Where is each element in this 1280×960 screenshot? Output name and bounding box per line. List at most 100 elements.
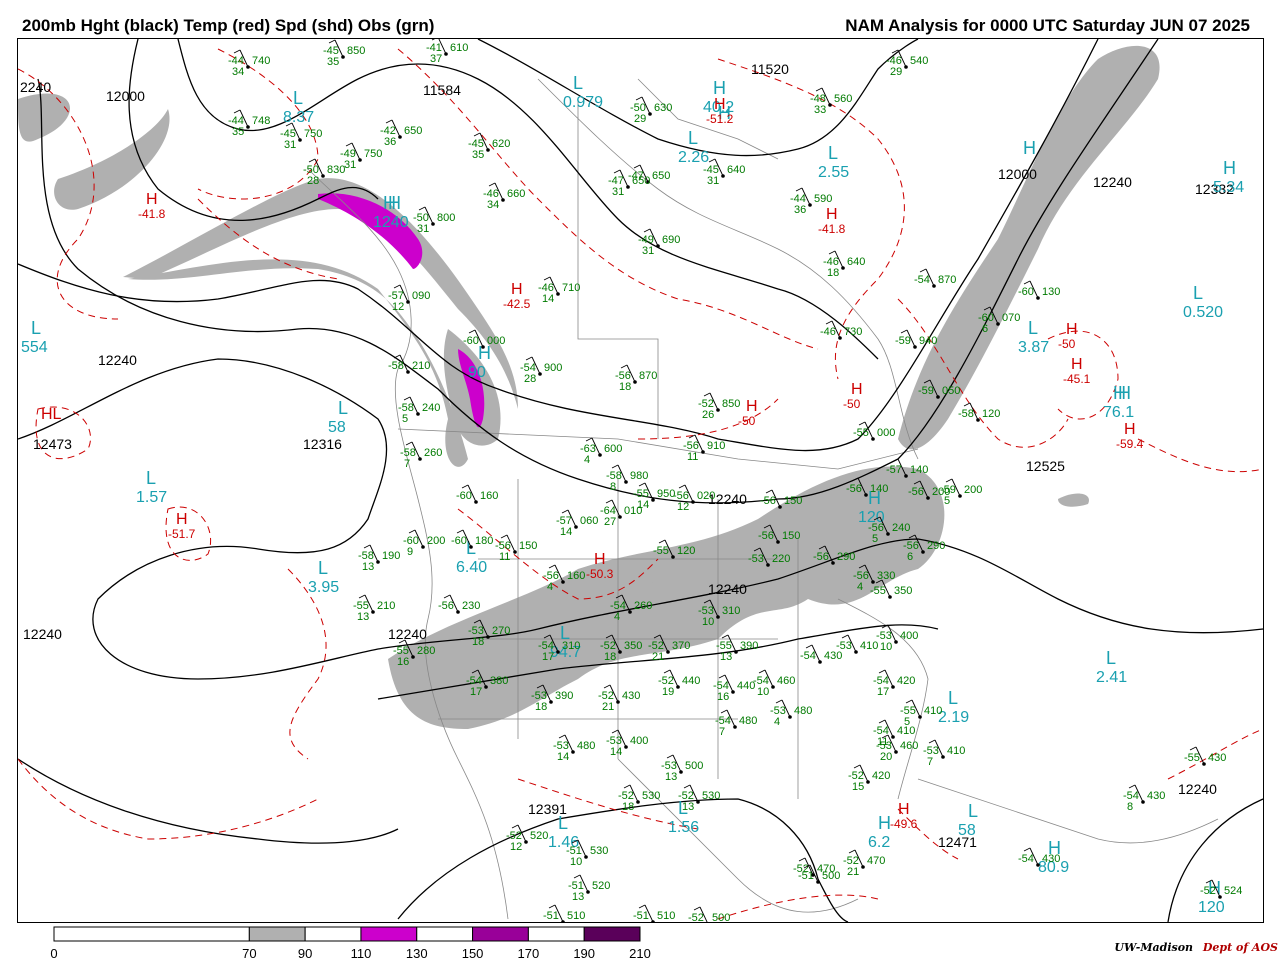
svg-text:2240: 2240 <box>20 79 51 95</box>
svg-text:36: 36 <box>384 136 396 148</box>
svg-text:750: 750 <box>304 128 322 140</box>
pressure-center: L8.37 <box>283 88 314 126</box>
svg-text:13: 13 <box>362 561 374 573</box>
station-obs: -60 2009 <box>403 529 445 558</box>
svg-text:20: 20 <box>880 751 892 763</box>
svg-text:H: H <box>898 801 910 818</box>
station-obs: -58 120 <box>958 402 1000 422</box>
svg-text:-59: -59 <box>918 385 934 397</box>
svg-text:140: 140 <box>870 483 888 495</box>
svg-text:-51: -51 <box>543 910 559 922</box>
svg-text:460: 460 <box>777 675 795 687</box>
station-obs: -46 71014 <box>538 276 580 305</box>
svg-text:58: 58 <box>328 419 346 436</box>
legend-tick: 130 <box>406 946 428 960</box>
svg-text:-45.1: -45.1 <box>1063 372 1091 386</box>
svg-text:350: 350 <box>894 585 912 597</box>
station-obs: -55 21013 <box>353 594 395 623</box>
svg-text:17: 17 <box>470 686 482 698</box>
weather-map[interactable]: 2240 12000 11584 11520 12000 12240 12332 12240 1… <box>17 38 1264 923</box>
svg-text:L: L <box>688 128 698 148</box>
station-obs: -54 90028 <box>520 356 562 385</box>
svg-text:150: 150 <box>519 540 537 552</box>
svg-text:410: 410 <box>897 725 915 737</box>
svg-text:18: 18 <box>827 267 839 279</box>
svg-text:280: 280 <box>417 645 435 657</box>
station-obs: -56 230 <box>438 594 480 614</box>
svg-text:14: 14 <box>557 751 569 763</box>
svg-text:220: 220 <box>772 553 790 565</box>
svg-text:870: 870 <box>639 370 657 382</box>
temperature-extremum: H-42.5 <box>503 281 531 311</box>
legend-tick: 170 <box>518 946 540 960</box>
svg-text:10: 10 <box>702 616 714 628</box>
svg-text:34: 34 <box>232 66 244 78</box>
svg-text:1.57: 1.57 <box>136 489 167 506</box>
temperature-extremum: H-50 <box>843 381 863 411</box>
station-obs: -44 74835 <box>228 109 270 138</box>
svg-text:34: 34 <box>487 199 499 211</box>
svg-text:410: 410 <box>860 640 878 652</box>
station-obs: -53 410 <box>836 634 878 654</box>
svg-text:35: 35 <box>472 149 484 161</box>
svg-text:6.2: 6.2 <box>868 834 890 851</box>
svg-text:-51.2: -51.2 <box>706 112 734 126</box>
svg-text:210: 210 <box>412 360 430 372</box>
legend-tick: 150 <box>462 946 484 960</box>
svg-text:10: 10 <box>880 641 892 653</box>
pressure-center: L58 <box>328 398 348 436</box>
station-obs: -55 000 <box>853 421 895 441</box>
svg-text:-56: -56 <box>908 486 924 498</box>
svg-text:33: 33 <box>814 104 826 116</box>
svg-text:L: L <box>146 468 156 488</box>
station-obs: -53 50013 <box>661 754 703 783</box>
svg-text:520: 520 <box>530 830 548 842</box>
credit-dept: Dept of AOS <box>1202 941 1278 954</box>
svg-text:554: 554 <box>21 339 48 356</box>
svg-text:-50: -50 <box>843 397 861 411</box>
svg-text:-46: -46 <box>820 326 836 338</box>
legend-tick: 0 <box>50 946 57 960</box>
legend-bin <box>527 926 585 942</box>
svg-text:H: H <box>714 96 726 113</box>
station-obs: -52 44019 <box>658 669 700 698</box>
svg-text:-54: -54 <box>914 274 930 286</box>
temperature-extremum: H-50 <box>738 398 758 428</box>
station-obs: -45 75031 <box>280 122 322 151</box>
station-obs: -50 80031 <box>413 206 455 235</box>
svg-text:470: 470 <box>867 855 885 867</box>
svg-text:H: H <box>746 398 758 415</box>
svg-text:31: 31 <box>707 175 719 187</box>
svg-text:H: H <box>1118 383 1131 403</box>
svg-text:36: 36 <box>794 204 806 216</box>
svg-text:260: 260 <box>634 600 652 612</box>
svg-text:16: 16 <box>397 656 409 668</box>
pressure-center: L0.979 <box>563 73 603 111</box>
svg-text:18: 18 <box>619 381 631 393</box>
svg-text:19: 19 <box>662 686 674 698</box>
svg-text:31: 31 <box>612 186 624 198</box>
pressure-center: H <box>1118 383 1131 403</box>
station-obs: -56 02012 <box>673 484 715 513</box>
svg-text:21: 21 <box>652 651 664 663</box>
legend-bin <box>304 926 362 942</box>
svg-text:12316: 12316 <box>303 436 342 452</box>
svg-text:430: 430 <box>1147 790 1165 802</box>
pressure-center: L0.520 <box>1183 283 1223 321</box>
svg-text:3.87: 3.87 <box>1018 339 1049 356</box>
svg-text:-56: -56 <box>813 551 829 563</box>
svg-text:6: 6 <box>982 323 988 335</box>
svg-text:L: L <box>1193 283 1203 303</box>
height-label: 12240 <box>23 626 62 642</box>
svg-text:35: 35 <box>232 126 244 138</box>
svg-text:7: 7 <box>927 756 933 768</box>
svg-text:10: 10 <box>757 686 769 698</box>
svg-text:560: 560 <box>834 93 852 105</box>
svg-text:12000: 12000 <box>106 88 145 104</box>
pressure-center: L554 <box>21 318 48 356</box>
svg-text:1240: 1240 <box>373 214 409 231</box>
svg-text:-56: -56 <box>438 600 454 612</box>
svg-text:L: L <box>338 398 348 418</box>
svg-text:120: 120 <box>677 545 695 557</box>
svg-text:2.19: 2.19 <box>938 709 969 726</box>
